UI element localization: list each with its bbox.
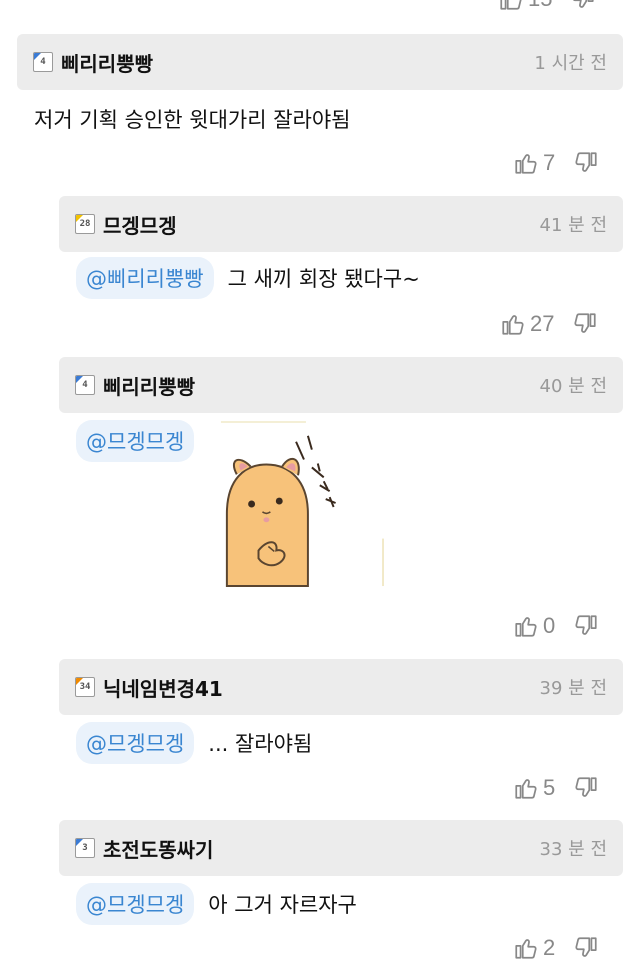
thumbs-up-icon[interactable] (513, 150, 539, 176)
reply-body: @므겡므겡 ... 잘라야됨 (76, 722, 312, 764)
vote-row-top: 15 (498, 0, 596, 16)
vote-row: 5 (513, 771, 599, 805)
author-nickname[interactable]: 삐리리뿡빵 (103, 371, 195, 400)
level-badge: 4 (75, 375, 95, 395)
thumbs-up-icon[interactable] (500, 311, 526, 337)
level-stripe (76, 678, 83, 685)
mention-tag[interactable]: @므겡므겡 (76, 722, 195, 764)
thumbs-up-icon[interactable] (513, 775, 539, 801)
level-badge: 34 (75, 677, 95, 697)
comment-text: 그 새끼 회장 됐다구~ (227, 267, 420, 291)
comment-time: 1 시간 전 (534, 53, 607, 74)
level-stripe (76, 839, 83, 846)
thumbs-up-icon[interactable] (513, 613, 539, 639)
level-badge: 28 (75, 214, 95, 234)
thumbs-up-icon[interactable] (498, 0, 524, 12)
reply-header: 28 므겡므겡 41 분 전 (59, 196, 623, 252)
level-badge: 4 (33, 52, 53, 72)
like-count: 5 (543, 775, 556, 800)
thumbs-down-icon[interactable] (573, 775, 599, 801)
vote-row: 7 (513, 146, 599, 180)
like-count: 7 (543, 150, 556, 175)
thumbs-down-icon[interactable] (573, 150, 599, 176)
author-nickname[interactable]: 닉네임변경41 (103, 673, 223, 702)
reply-body: @삐리리뿡빵 그 새끼 회장 됐다구~ (76, 257, 420, 299)
author-nickname[interactable]: 므겡므겡 (103, 210, 177, 239)
mention-tag[interactable]: @삐리리뿡빵 (76, 257, 214, 299)
level-stripe (34, 53, 41, 60)
reply-header: 34 닉네임변경41 39 분 전 (59, 659, 623, 715)
level-stripe (76, 376, 83, 383)
thumbs-down-icon[interactable] (572, 311, 598, 337)
hamster-sticker-image[interactable] (216, 420, 386, 588)
level-badge: 3 (75, 838, 95, 858)
thumbs-down-icon[interactable] (570, 0, 596, 12)
vote-row: 0 (513, 609, 599, 643)
reply-body: @므겡므겡 (76, 420, 208, 462)
comment-time: 40 분 전 (539, 376, 607, 397)
thumbs-down-icon[interactable] (573, 935, 599, 961)
thumbs-up-icon[interactable] (513, 935, 539, 961)
comment-time: 41 분 전 (539, 215, 607, 236)
level-stripe (76, 215, 83, 222)
comment-text: 저거 기획 승인한 윗대가리 잘라야됨 (34, 108, 351, 132)
comment-text: ... 잘라야됨 (208, 732, 313, 756)
mention-tag[interactable]: @므겡므겡 (76, 420, 195, 462)
reply-body: @므겡므겡 아 그거 자르자구 (76, 883, 357, 925)
mention-tag[interactable]: @므겡므겡 (76, 883, 195, 925)
author-nickname[interactable]: 삐리리뿡빵 (61, 48, 153, 77)
comment-header: 4 삐리리뿡빵 1 시간 전 (17, 34, 623, 90)
reply-header: 3 초전도똥싸기 33 분 전 (59, 820, 623, 876)
like-count: 15 (528, 0, 552, 12)
like-count: 2 (543, 935, 556, 960)
thumbs-down-icon[interactable] (573, 613, 599, 639)
comment-time: 39 분 전 (539, 678, 607, 699)
comment-text: 아 그거 자르자구 (208, 893, 357, 917)
vote-row: 2 (513, 931, 599, 965)
reply-header: 4 삐리리뿡빵 40 분 전 (59, 357, 623, 413)
comment-time: 33 분 전 (539, 839, 607, 860)
author-nickname[interactable]: 초전도똥싸기 (103, 834, 213, 863)
like-count: 27 (530, 311, 555, 336)
like-count: 0 (543, 613, 556, 638)
vote-row: 27 (500, 307, 598, 341)
